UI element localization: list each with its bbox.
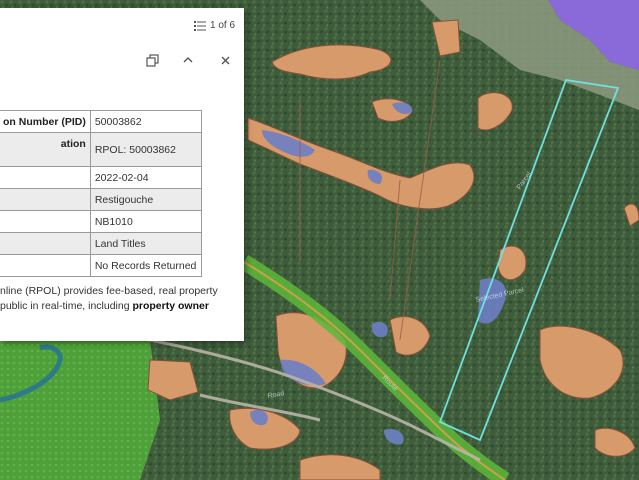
attr-key [0,232,91,255]
chevron-up-icon [183,57,193,63]
feature-pager[interactable]: 1 of 6 [194,20,235,31]
attr-value: 2022-02-04 [89,166,202,189]
attr-key [0,254,91,277]
table-row: Restigouche [0,188,202,211]
rpol-link[interactable]: RPOL: 50003862 [89,132,202,167]
attr-key [0,210,91,233]
pager-label: 1 of 6 [210,20,236,31]
table-row: 2022-02-04 [0,166,202,189]
dock-button[interactable] [144,52,160,68]
field-area [0,335,160,480]
description-line-1: nline (RPOL) provides fee-based, real pr… [0,285,218,297]
close-icon [221,56,229,64]
attr-value: Restigouche [89,188,202,211]
dock-icon [145,53,159,67]
table-row: NB1010 [0,210,202,233]
close-button[interactable] [217,52,233,68]
attr-key: ation [0,132,91,167]
attr-value-pid: 50003862 [89,110,202,133]
collapse-button[interactable] [180,52,196,68]
parcel-info-popup: 1 of 6 on Number (PID) 50003862 ation RP… [0,8,244,341]
table-row: No Records Returned [0,254,202,277]
description-line-2: public in real-time, including property … [0,299,240,314]
table-row: on Number (PID) 50003862 [0,110,202,133]
description-line-2-text: public in real-time, including [0,300,133,312]
attr-key [0,166,91,189]
attr-key: on Number (PID) [0,110,91,133]
attr-value: Land Titles [89,232,202,255]
description-bold: property owner [132,300,209,312]
attr-value: NB1010 [89,210,202,233]
table-row: Land Titles [0,232,202,255]
attr-value: No Records Returned [89,254,202,277]
attr-key [0,188,91,211]
list-icon[interactable] [194,20,206,31]
table-row: ation RPOL: 50003862 [0,132,202,167]
attribute-table: on Number (PID) 50003862 ation RPOL: 500… [0,110,202,277]
popup-description: nline (RPOL) provides fee-based, real pr… [0,284,240,314]
